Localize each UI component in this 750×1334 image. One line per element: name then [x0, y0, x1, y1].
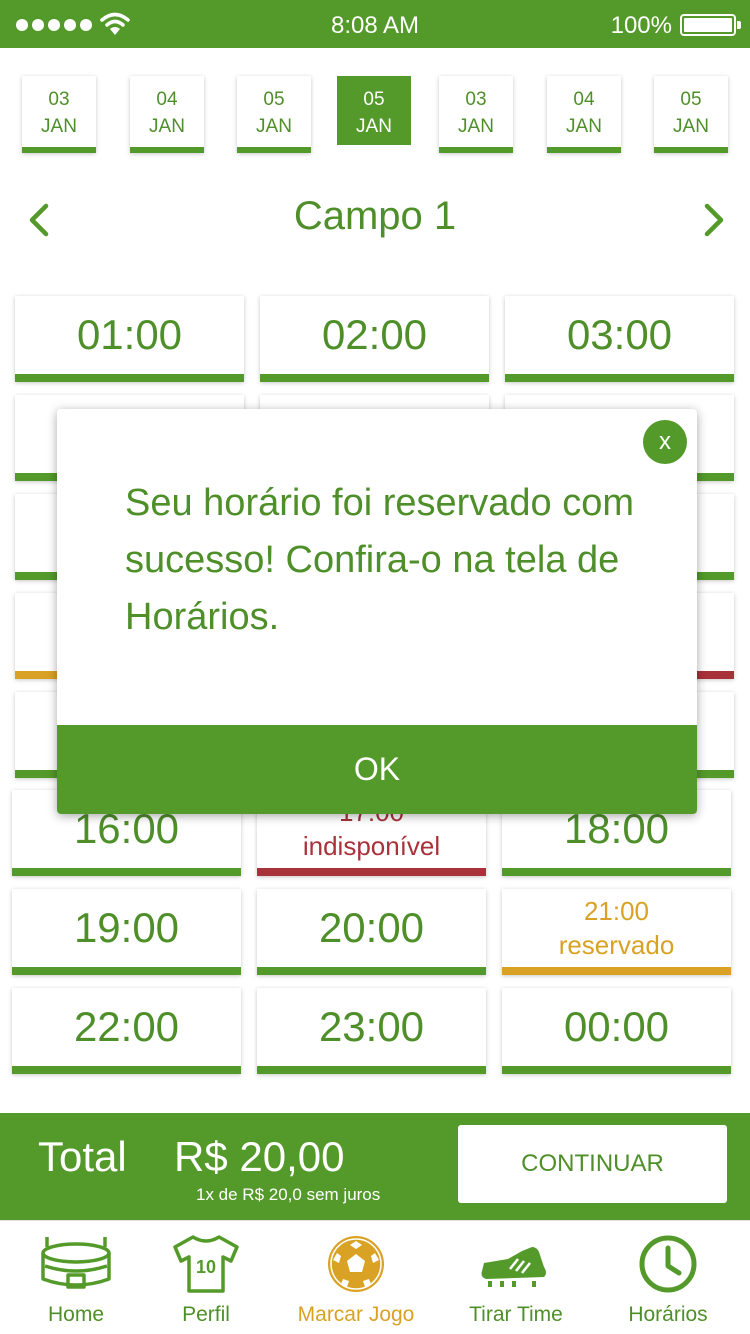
slot-status: indisponível — [302, 831, 441, 861]
date-day: 04 — [573, 89, 595, 110]
time-slot[interactable]: 19:00 — [12, 889, 241, 975]
jersey-icon: 10 — [173, 1235, 239, 1293]
total-value: R$ 20,00 — [174, 1133, 345, 1180]
date-tab-selected[interactable]: 05 JAN — [337, 76, 411, 145]
ok-button[interactable]: OK — [57, 725, 697, 814]
slot-time: 01:00 — [76, 311, 183, 358]
date-month: JAN — [256, 116, 292, 137]
slot-time: 03:00 — [566, 311, 673, 358]
battery-percentage: 100% — [610, 12, 672, 39]
time-slot[interactable]: 23:00 — [257, 988, 486, 1074]
cleat-icon — [481, 1247, 546, 1287]
soccer-ball-icon — [328, 1236, 384, 1292]
total-label: Total — [38, 1133, 127, 1180]
date-month: JAN — [41, 116, 77, 137]
time-slot[interactable]: 01:00 — [15, 296, 244, 382]
date-day: 04 — [156, 89, 178, 110]
time-slot-reserved[interactable]: 21:00 reservado — [502, 889, 731, 975]
dialog-message: Seu horário foi reservado com sucesso! C… — [125, 482, 635, 638]
tab-perfil[interactable]: 10 Perfil — [131, 1221, 281, 1334]
close-button[interactable]: x — [643, 420, 687, 464]
tab-label: Horários — [628, 1303, 708, 1326]
tab-home[interactable]: Home — [1, 1221, 151, 1334]
date-tab[interactable]: 03 JAN — [439, 76, 513, 153]
tab-horarios[interactable]: Horários — [593, 1221, 743, 1334]
svg-text:10: 10 — [196, 1257, 216, 1277]
checkout-bar: Total R$ 20,00 1x de R$ 20,0 sem juros C… — [0, 1113, 750, 1220]
date-month: JAN — [673, 116, 709, 137]
date-day: 03 — [465, 89, 487, 110]
date-tab[interactable]: 04 JAN — [130, 76, 204, 153]
slot-time: 21:00 — [583, 896, 650, 926]
time-slot[interactable]: 02:00 — [260, 296, 489, 382]
date-day: 03 — [48, 89, 70, 110]
success-dialog: x Seu horário foi reservado com sucesso!… — [57, 409, 697, 814]
tab-tirar-time[interactable]: Tirar Time — [441, 1221, 591, 1334]
slot-status: reservado — [558, 930, 675, 960]
clock-icon — [639, 1235, 697, 1293]
slot-time: 19:00 — [73, 904, 180, 951]
slot-time: 00:00 — [563, 1003, 670, 1050]
tab-label: Marcar Jogo — [297, 1303, 415, 1326]
time-slot[interactable]: 22:00 — [12, 988, 241, 1074]
slot-time: 23:00 — [318, 1003, 425, 1050]
tab-label: Tirar Time — [469, 1303, 563, 1326]
date-day: 05 — [363, 89, 385, 110]
date-tab[interactable]: 03 JAN — [22, 76, 96, 153]
date-month: JAN — [356, 116, 392, 137]
date-tab[interactable]: 05 JAN — [237, 76, 311, 153]
slot-time: 02:00 — [321, 311, 428, 358]
battery-icon — [680, 14, 741, 36]
date-day: 05 — [263, 89, 285, 110]
date-day: 05 — [680, 89, 702, 110]
status-bar: 8:08 AM 100% — [0, 0, 750, 48]
tab-label: Home — [47, 1303, 105, 1326]
tab-marcar-jogo[interactable]: Marcar Jogo — [281, 1221, 431, 1334]
chevron-right-icon[interactable] — [693, 200, 733, 240]
date-month: JAN — [566, 116, 602, 137]
stadium-icon — [41, 1237, 111, 1289]
continue-button[interactable]: CONTINUAR — [458, 1125, 727, 1203]
slot-time: 22:00 — [73, 1003, 180, 1050]
date-month: JAN — [458, 116, 494, 137]
date-tab[interactable]: 05 JAN — [654, 76, 728, 153]
tab-label: Perfil — [182, 1303, 230, 1326]
installments-text: 1x de R$ 20,0 sem juros — [196, 1185, 381, 1204]
slot-time: 20:00 — [318, 904, 425, 951]
time-slot[interactable]: 00:00 — [502, 988, 731, 1074]
tab-bar: Home 10 Perfil Marcar Jogo Tirar Time Ho… — [0, 1220, 750, 1334]
field-title: Campo 1 — [293, 194, 457, 238]
time-slot[interactable]: 03:00 — [505, 296, 734, 382]
date-month: JAN — [149, 116, 185, 137]
time-slot[interactable]: 20:00 — [257, 889, 486, 975]
date-tab[interactable]: 04 JAN — [547, 76, 621, 153]
